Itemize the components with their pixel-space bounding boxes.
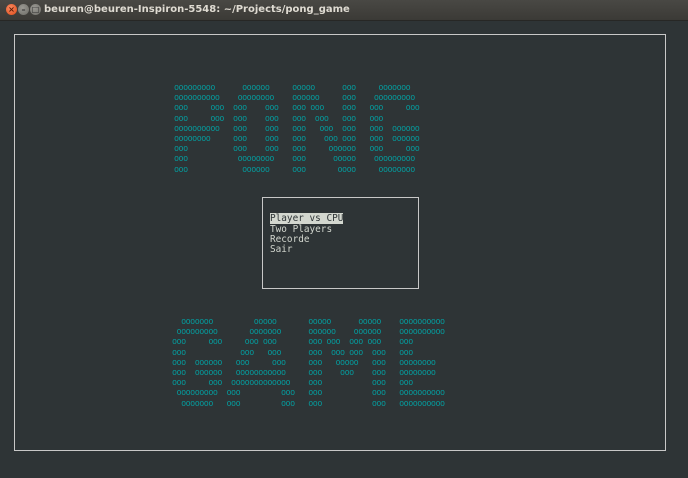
banner-line: ooooooooo ooo ooo ooo ooo oooooooooo — [172, 387, 445, 398]
window-titlebar[interactable]: × – □ beuren@beuren-Inspiron-5548: ~/Pro… — [0, 0, 688, 21]
banner-line: oooooooooo ooo ooo ooo ooo ooo ooo ooooo… — [174, 122, 420, 133]
window-title: beuren@beuren-Inspiron-5548: ~/Projects/… — [44, 4, 350, 15]
menu-item-player-vs-cpu[interactable]: Player vs CPU — [270, 213, 344, 224]
banner-line: ooooooo ooo ooo ooo ooo oooooooooo — [172, 397, 445, 408]
banner-line: ooo ooo ooo ooo ooo ooo ooo ooo — [172, 346, 413, 357]
pong-ascii-banner: ooooooooo oooooo ooooo ooo ooooooo ooooo… — [174, 82, 420, 174]
close-window-button[interactable]: × — [6, 4, 17, 15]
banner-line: ooo ooo ooo ooo ooo ooo ooo ooo — [174, 112, 383, 123]
menu-item-sair[interactable]: Sair — [270, 244, 293, 255]
banner-line: ooo oooooooo ooo ooooo ooooooooo — [174, 153, 415, 164]
banner-line: ooooooooo oooooo ooooo ooo ooooooo — [174, 82, 411, 92]
banner-line: oooooooo ooo ooo ooo ooo ooo ooo oooooo — [174, 133, 420, 144]
banner-line: ooooooo ooooo ooooo ooooo oooooooooo — [172, 316, 445, 326]
banner-line: ooo ooo ooo ooo oooooo ooo ooo — [174, 143, 420, 154]
banner-line: ooo ooo ooo ooo ooo ooo ooo ooo ooo — [172, 336, 413, 347]
main-menu: Player vs CPU Two Players Recorde Sair — [262, 197, 419, 289]
banner-line: ooo ooo ooooooooooooo ooo ooo ooo — [172, 377, 413, 388]
maximize-window-button[interactable]: □ — [30, 4, 41, 15]
banner-line: ooo ooo ooo ooo ooo ooo ooo ooo ooo — [174, 102, 420, 113]
banner-line: ooo oooooo ooo ooo ooo ooooo ooo ooooooo… — [172, 356, 436, 367]
banner-line: oooooooooo oooooooo oooooo ooo ooooooooo — [174, 92, 415, 103]
terminal-area[interactable]: ooooooooo oooooo ooooo ooo ooooooo ooooo… — [0, 21, 688, 478]
banner-line: ooooooooo ooooooo oooooo oooooo oooooooo… — [172, 326, 445, 337]
game-ascii-banner: ooooooo ooooo ooooo ooooo oooooooooo ooo… — [172, 316, 445, 408]
minimize-window-button[interactable]: – — [18, 4, 29, 15]
banner-line: ooo oooooo ooo oooo oooooooo — [174, 163, 415, 174]
banner-line: ooo oooooo ooooooooooo ooo ooo ooo ooooo… — [172, 367, 436, 378]
